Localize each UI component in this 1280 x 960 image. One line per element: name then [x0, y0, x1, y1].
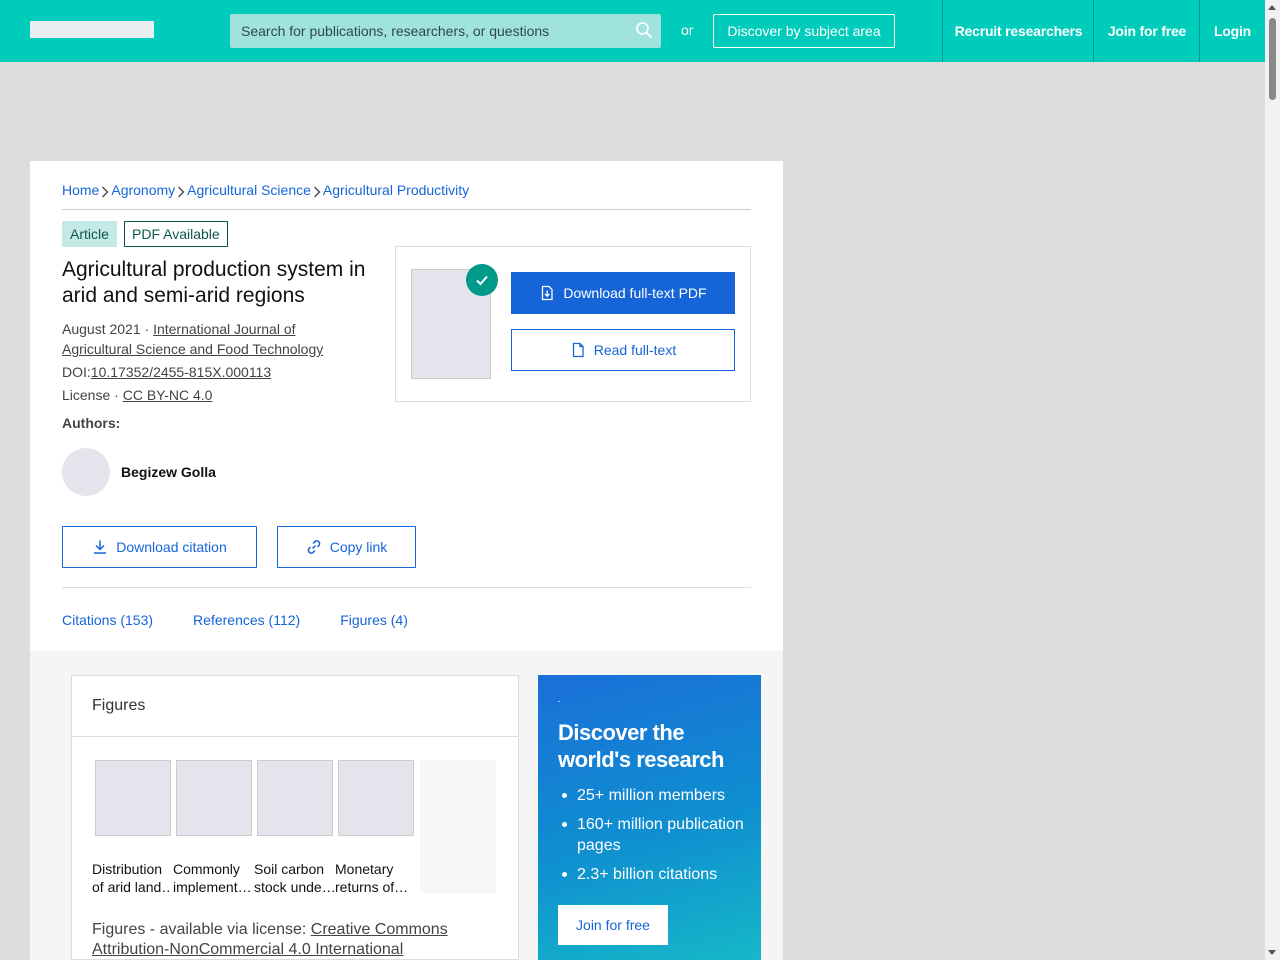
publication-title: Agricultural production system in arid a… [62, 258, 366, 307]
scroll-up-arrow-icon[interactable] [1268, 5, 1276, 10]
discover-by-subject-button[interactable]: Discover by subject area [713, 14, 895, 48]
article-type-badge: Article [62, 221, 117, 247]
promo-bullets: 25+ million members 160+ million publica… [558, 785, 748, 893]
publication-date: August 2021 [62, 321, 141, 337]
login-link[interactable]: Login [1199, 0, 1265, 62]
figures-divider [72, 736, 518, 737]
figure-caption-line: Commonly [173, 861, 240, 877]
download-icon [94, 540, 107, 554]
join-for-free-link[interactable]: Join for free [1093, 0, 1200, 62]
read-full-text-button[interactable]: Read full-text [511, 329, 735, 371]
figure-caption-line: returns of… [335, 879, 409, 895]
figures-license-text: Figures - available via license: [92, 921, 311, 938]
tab-citations[interactable]: Citations (153) [62, 612, 153, 628]
document-icon [572, 342, 584, 358]
authors-label: Authors: [62, 415, 121, 431]
check-icon [466, 264, 498, 296]
figures-title: Figures [92, 697, 146, 714]
publication-date-journal: August 2021 · International Journal of A… [62, 319, 362, 359]
breadcrumb-agricultural-science[interactable]: Agricultural Science [187, 182, 311, 209]
figure-caption-line: Soil carbon [254, 861, 325, 877]
figure-caption-line: stock unde… [254, 879, 334, 895]
download-pdf-label: Download full-text PDF [563, 285, 707, 301]
publication-license: License · CC BY-NC 4.0 [62, 385, 212, 405]
publication-doi: DOI:10.17352/2455-815X.000113 [62, 362, 271, 382]
meta-separator: · [140, 321, 154, 337]
download-full-text-pdf-button[interactable]: Download full-text PDF [511, 272, 735, 314]
site-logo[interactable] [30, 21, 154, 38]
scrollbar-thumb[interactable] [1269, 18, 1276, 100]
doi-link[interactable]: 10.17352/2455-815X.000113 [91, 364, 271, 380]
figure-caption: Monetary returns of… [335, 860, 415, 896]
figure-caption: Distribution of arid land… [92, 860, 172, 896]
figure-thumbnail[interactable] [338, 760, 414, 836]
promo-decoration [558, 701, 560, 702]
tab-figures[interactable]: Figures (4) [340, 612, 408, 628]
figure-item[interactable]: Commonly implement… [173, 760, 253, 896]
copy-link-button[interactable]: Copy link [277, 526, 416, 568]
scroll-down-arrow-icon[interactable] [1268, 950, 1276, 955]
top-navigation-bar: or Discover by subject area Recruit rese… [0, 0, 1265, 62]
tabs-divider [62, 587, 751, 588]
pdf-available-badge: PDF Available [124, 221, 228, 247]
promo-title: Discover the world's research [558, 720, 724, 772]
publication-tabs: Citations (153) References (112) Figures… [62, 612, 408, 628]
author-name[interactable]: Begizew Golla [121, 464, 216, 480]
license-link[interactable]: CC BY-NC 4.0 [123, 387, 213, 403]
search-input[interactable] [230, 14, 620, 48]
copy-link-label: Copy link [329, 539, 388, 555]
tab-references[interactable]: References (112) [193, 612, 300, 628]
download-citation-button[interactable]: Download citation [62, 526, 257, 568]
breadcrumb: Home Agronomy Agricultural Science Agric… [62, 182, 751, 210]
figure-caption-line: Distribution [92, 861, 163, 877]
or-text: or [681, 22, 694, 38]
figures-card: Figures Distribution of arid land… Common… [71, 675, 519, 960]
publication-card: Home Agronomy Agricultural Science Agric… [30, 161, 783, 651]
chevron-right-icon [175, 182, 187, 209]
recruit-researchers-link[interactable]: Recruit researchers [942, 0, 1094, 62]
figure-caption-line: of arid land… [92, 879, 172, 895]
search-icon[interactable] [635, 21, 653, 39]
figure-item[interactable]: Distribution of arid land… [92, 760, 172, 896]
figure-caption-line: Monetary [335, 861, 394, 877]
author-avatar[interactable] [62, 448, 110, 496]
chevron-right-icon [311, 182, 323, 209]
search-box [230, 14, 661, 48]
download-citation-label: Download citation [116, 539, 227, 555]
promo-bullet: 160+ million publication pages [558, 814, 748, 856]
doi-label: DOI: [62, 364, 91, 380]
chevron-right-icon [99, 182, 111, 209]
figure-thumbnail[interactable] [95, 760, 171, 836]
license-label: License · [62, 387, 123, 403]
figures-carousel-fade [420, 760, 496, 893]
figure-caption-line: implement… [173, 879, 252, 895]
promo-bullet: 2.3+ billion citations [558, 864, 748, 885]
figure-item[interactable]: Monetary returns of… [335, 760, 415, 896]
pdf-download-icon [542, 285, 554, 301]
figure-item[interactable]: Soil carbon stock unde… [254, 760, 334, 896]
link-icon [307, 540, 320, 554]
figure-thumbnail[interactable] [176, 760, 252, 836]
full-text-box: Download full-text PDF Read full-text [395, 246, 751, 402]
figure-thumbnail[interactable] [257, 760, 333, 836]
figures-license: Figures - available via license: Creativ… [92, 920, 492, 960]
discover-research-promo: Discover the world's research 25+ millio… [538, 675, 761, 960]
figure-caption: Commonly implement… [173, 860, 253, 896]
promo-bullet: 25+ million members [558, 785, 748, 806]
promo-join-button[interactable]: Join for free [558, 905, 668, 945]
breadcrumb-home[interactable]: Home [62, 182, 99, 209]
figure-caption: Soil carbon stock unde… [254, 860, 334, 896]
breadcrumb-agronomy[interactable]: Agronomy [111, 182, 175, 209]
page-scrollbar[interactable] [1265, 0, 1280, 960]
breadcrumb-agricultural-productivity[interactable]: Agricultural Productivity [323, 182, 469, 209]
read-full-text-label: Read full-text [593, 342, 677, 358]
